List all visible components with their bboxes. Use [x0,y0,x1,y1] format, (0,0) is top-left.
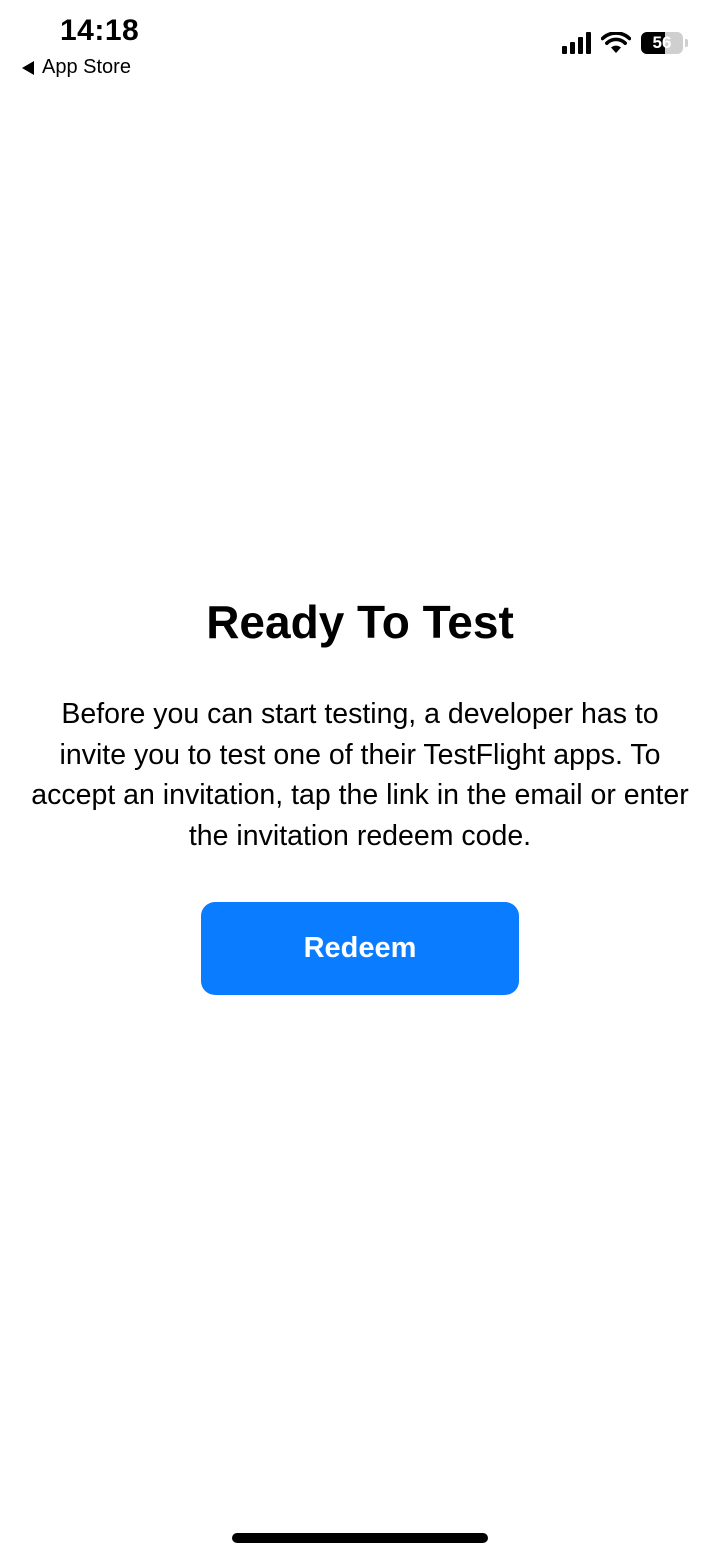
redeem-button[interactable]: Redeem [201,902,519,995]
instructions-text: Before you can start testing, a develope… [31,698,689,852]
battery-percentage: 56 [652,33,672,52]
cellular-signal-icon [562,32,591,54]
page-title: Ready To Test [206,596,514,648]
battery-icon: 56 [641,32,683,54]
ready-to-test-panel: Ready To Test Before you can start testi… [0,590,720,995]
battery-cap [685,39,688,47]
status-bar: 14:18 App Store 56 [0,0,720,100]
back-to-app-store-link[interactable]: App Store [22,56,131,79]
status-icons: 56 [562,32,688,54]
status-time: 14:18 [60,14,140,47]
wifi-icon [601,32,631,53]
back-arrow-icon [22,60,34,75]
home-indicator[interactable] [232,1533,488,1543]
back-link-label: App Store [42,56,131,78]
